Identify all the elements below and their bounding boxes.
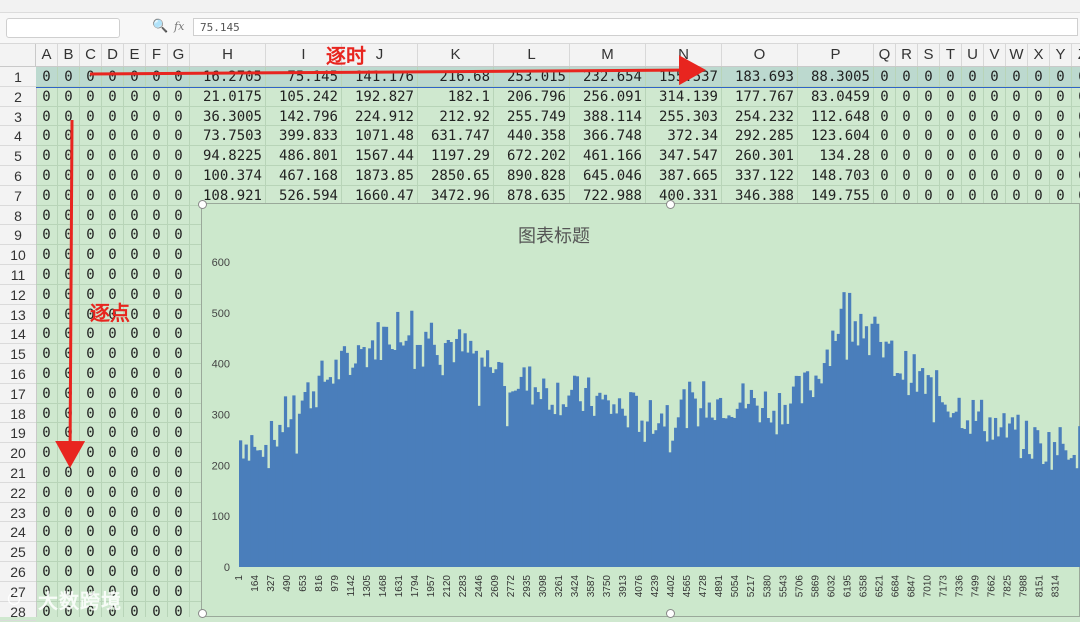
time-direction-arrow <box>89 55 706 86</box>
time-annotation-label: 逐时 <box>326 44 366 68</box>
watermark-icon: ◯ <box>8 585 21 609</box>
annotation-arrows <box>55 55 706 468</box>
point-annotation-label: 逐点 <box>90 301 130 325</box>
point-direction-arrow <box>55 119 86 468</box>
watermark-text: 大数跨境 <box>38 589 122 613</box>
